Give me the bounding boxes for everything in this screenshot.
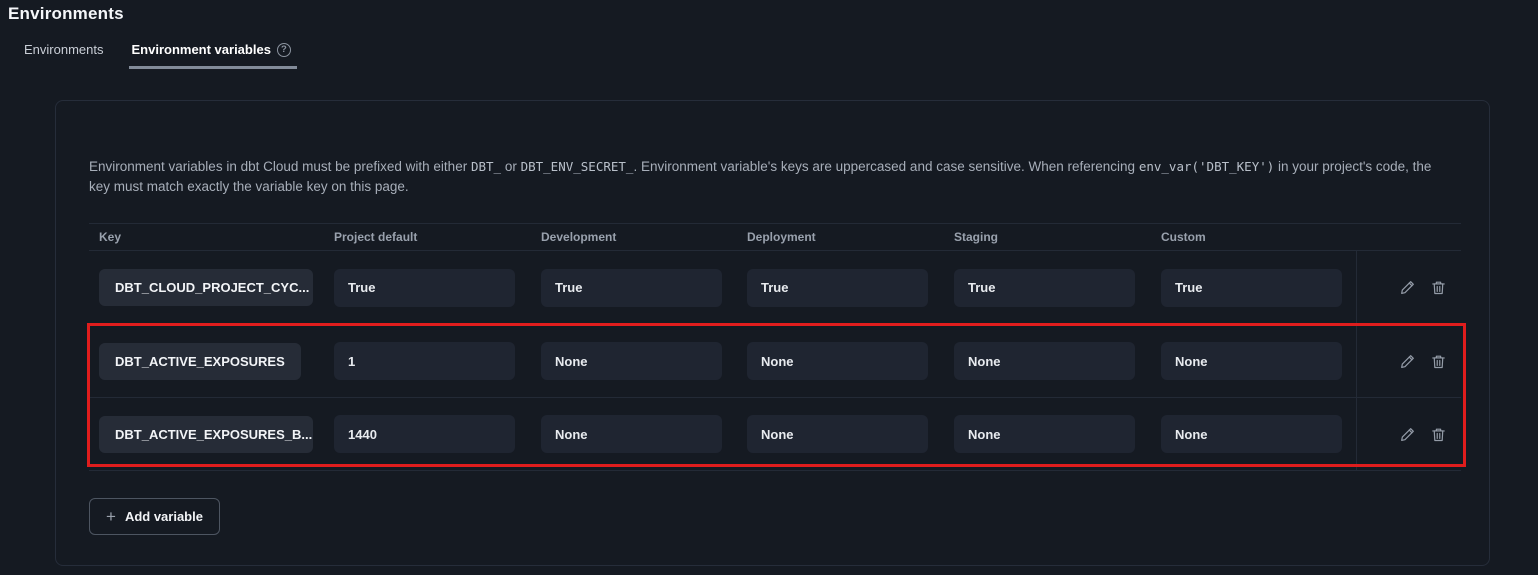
help-icon[interactable]: ? [277, 43, 291, 57]
value-custom: True [1161, 269, 1342, 307]
environment-variables-panel: Environment variables in dbt Cloud must … [55, 100, 1490, 566]
value-staging: None [954, 342, 1135, 380]
delete-icon[interactable] [1429, 425, 1447, 443]
tab-bar: Environments Environment variables ? [0, 24, 1538, 69]
description-text: Environment variables in dbt Cloud must … [89, 157, 1456, 197]
add-variable-button[interactable]: + Add variable [89, 498, 220, 535]
edit-icon[interactable] [1398, 352, 1416, 370]
delete-icon[interactable] [1429, 279, 1447, 297]
table-row: DBT_ACTIVE_EXPOSURES_B... 1440 None None… [89, 398, 1461, 471]
variable-key: DBT_ACTIVE_EXPOSURES [99, 343, 301, 380]
value-deployment: True [747, 269, 928, 307]
tab-environments[interactable]: Environments [22, 42, 105, 69]
page-title: Environments [0, 0, 1538, 24]
column-header-staging: Staging [954, 230, 1161, 244]
value-development: None [541, 415, 722, 453]
table-row: DBT_CLOUD_PROJECT_CYC... True True True … [89, 251, 1461, 325]
variable-key: DBT_ACTIVE_EXPOSURES_B... [99, 416, 313, 453]
column-header-custom: Custom [1161, 230, 1356, 244]
value-custom: None [1161, 415, 1342, 453]
value-development: None [541, 342, 722, 380]
value-deployment: None [747, 342, 928, 380]
tab-label: Environment variables [131, 42, 270, 57]
value-custom: None [1161, 342, 1342, 380]
value-staging: None [954, 415, 1135, 453]
tab-environment-variables[interactable]: Environment variables ? [129, 42, 296, 69]
value-development: True [541, 269, 722, 307]
value-project-default: 1440 [334, 415, 515, 453]
variable-key: DBT_CLOUD_PROJECT_CYC... [99, 269, 313, 306]
column-header-project-default: Project default [334, 230, 541, 244]
edit-icon[interactable] [1398, 425, 1416, 443]
column-header-development: Development [541, 230, 747, 244]
variables-table: Key Project default Development Deployme… [89, 223, 1461, 471]
value-deployment: None [747, 415, 928, 453]
edit-icon[interactable] [1398, 279, 1416, 297]
value-project-default: True [334, 269, 515, 307]
add-variable-label: Add variable [125, 509, 203, 524]
value-project-default: 1 [334, 342, 515, 380]
table-header-row: Key Project default Development Deployme… [89, 223, 1461, 251]
table-row: DBT_ACTIVE_EXPOSURES 1 None None None No… [89, 325, 1461, 398]
plus-icon: + [106, 508, 116, 525]
column-header-key: Key [89, 230, 334, 244]
delete-icon[interactable] [1429, 352, 1447, 370]
column-header-deployment: Deployment [747, 230, 954, 244]
value-staging: True [954, 269, 1135, 307]
